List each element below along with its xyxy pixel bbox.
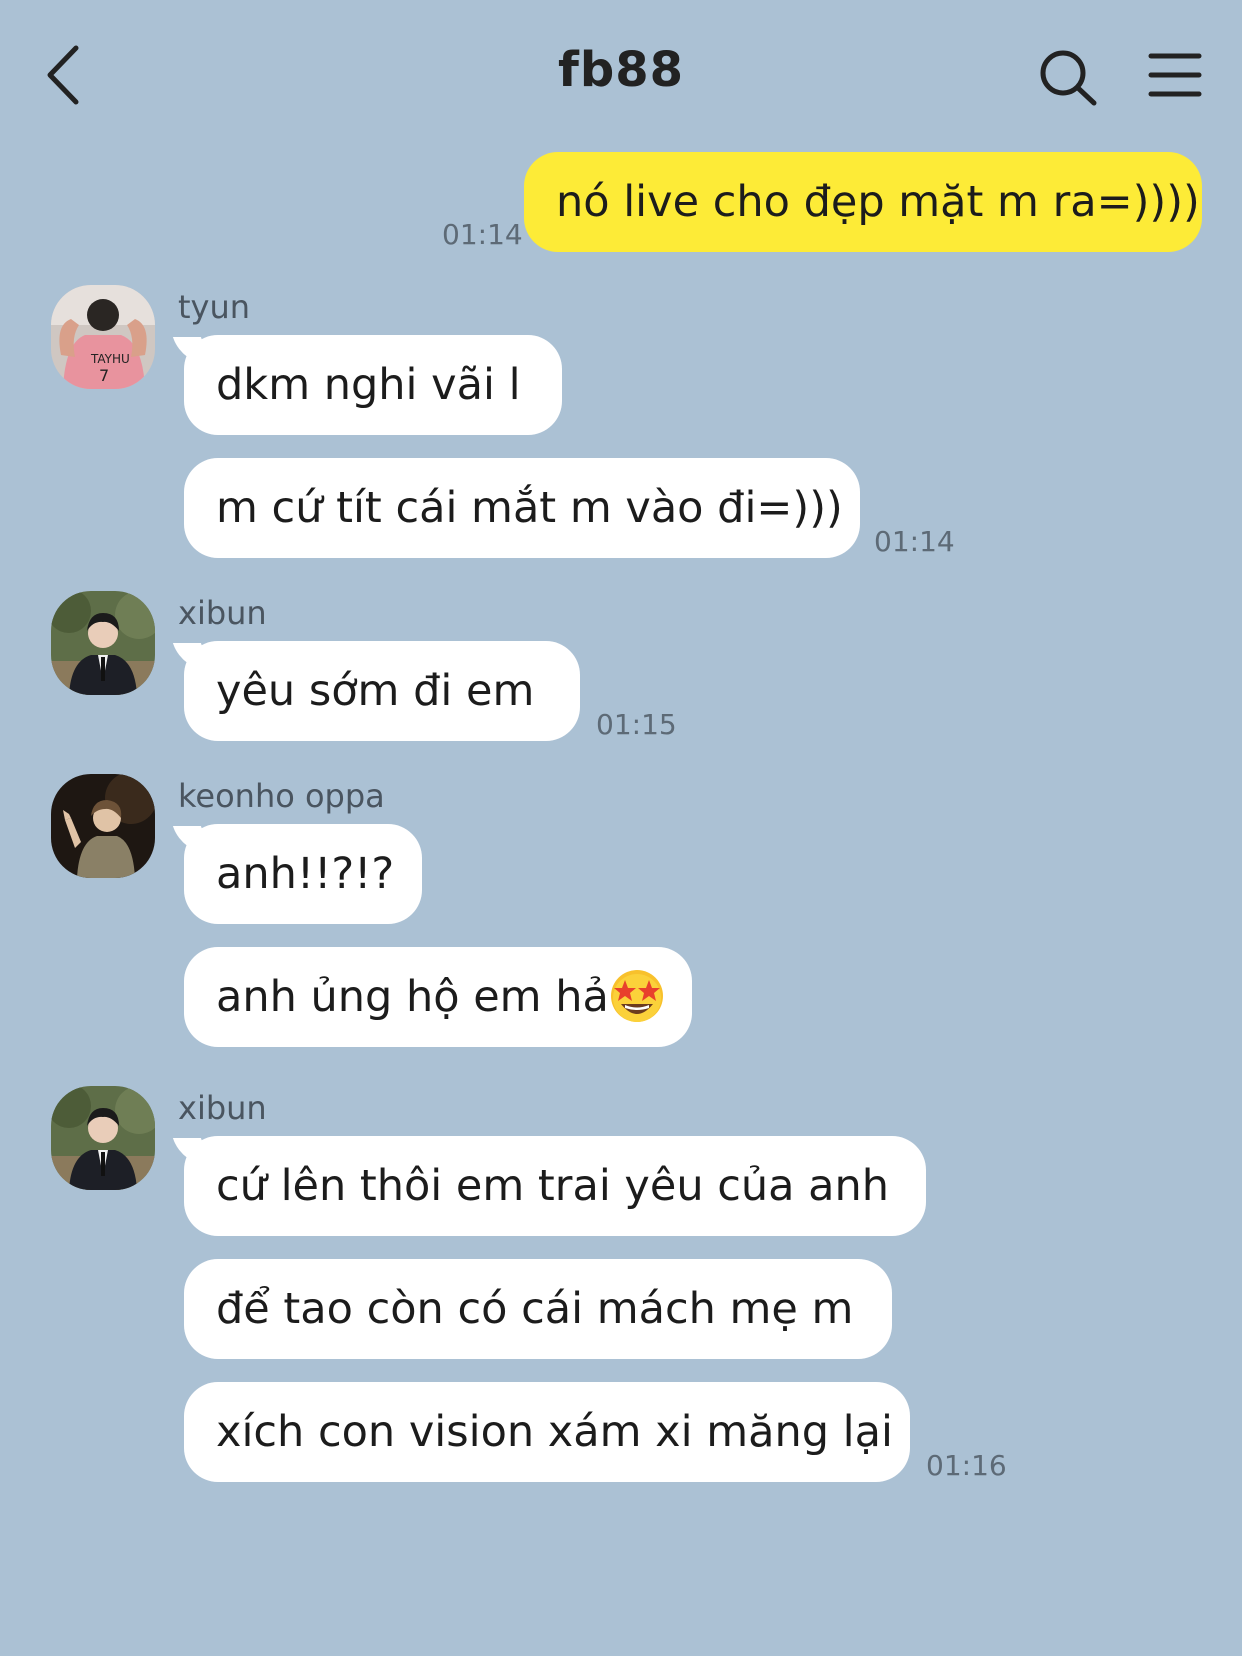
- sender-name: xibun: [178, 594, 267, 632]
- message-time: 01:14: [442, 218, 523, 251]
- sender-name: keonho oppa: [178, 777, 385, 815]
- svg-text:TAYHU: TAYHU: [90, 352, 130, 366]
- avatar-xibun[interactable]: [51, 591, 155, 695]
- hamburger-menu-icon: [1148, 53, 1202, 97]
- incoming-message-bubble[interactable]: cứ lên thôi em trai yêu của anh: [184, 1136, 926, 1236]
- incoming-message-bubble[interactable]: anh ủng hộ em hả: [184, 947, 692, 1047]
- message-time: 01:16: [926, 1449, 1007, 1482]
- avatar-keonho[interactable]: [51, 774, 155, 878]
- message-time: 01:15: [596, 708, 677, 741]
- search-icon: [1040, 50, 1097, 106]
- incoming-message-bubble[interactable]: xích con vision xám xi măng lại: [184, 1382, 910, 1482]
- avatar-xibun[interactable]: [51, 1086, 155, 1190]
- menu-button[interactable]: [1148, 52, 1202, 98]
- star-struck-emoji-icon: [610, 969, 663, 1022]
- incoming-message-bubble[interactable]: yêu sớm đi em: [184, 641, 580, 741]
- sender-name: xibun: [178, 1089, 267, 1127]
- incoming-message-bubble[interactable]: dkm nghi vãi l: [184, 335, 562, 435]
- incoming-message-bubble[interactable]: anh!!?!?: [184, 824, 422, 924]
- avatar-tyun[interactable]: TAYHU 7: [51, 285, 155, 389]
- search-button[interactable]: [1038, 48, 1100, 108]
- message-text: anh ủng hộ em hả: [216, 972, 609, 1022]
- message-time: 01:14: [874, 525, 955, 558]
- incoming-message-bubble[interactable]: m cứ tít cái mắt m vào đi=))): [184, 458, 860, 558]
- outgoing-message-bubble[interactable]: nó live cho đẹp mặt m ra=)))): [524, 152, 1202, 252]
- svg-text:7: 7: [99, 366, 109, 385]
- incoming-message-bubble[interactable]: để tao còn có cái mách mẹ m: [184, 1259, 892, 1359]
- sender-name: tyun: [178, 288, 251, 326]
- chat-header: fb88: [0, 0, 1242, 150]
